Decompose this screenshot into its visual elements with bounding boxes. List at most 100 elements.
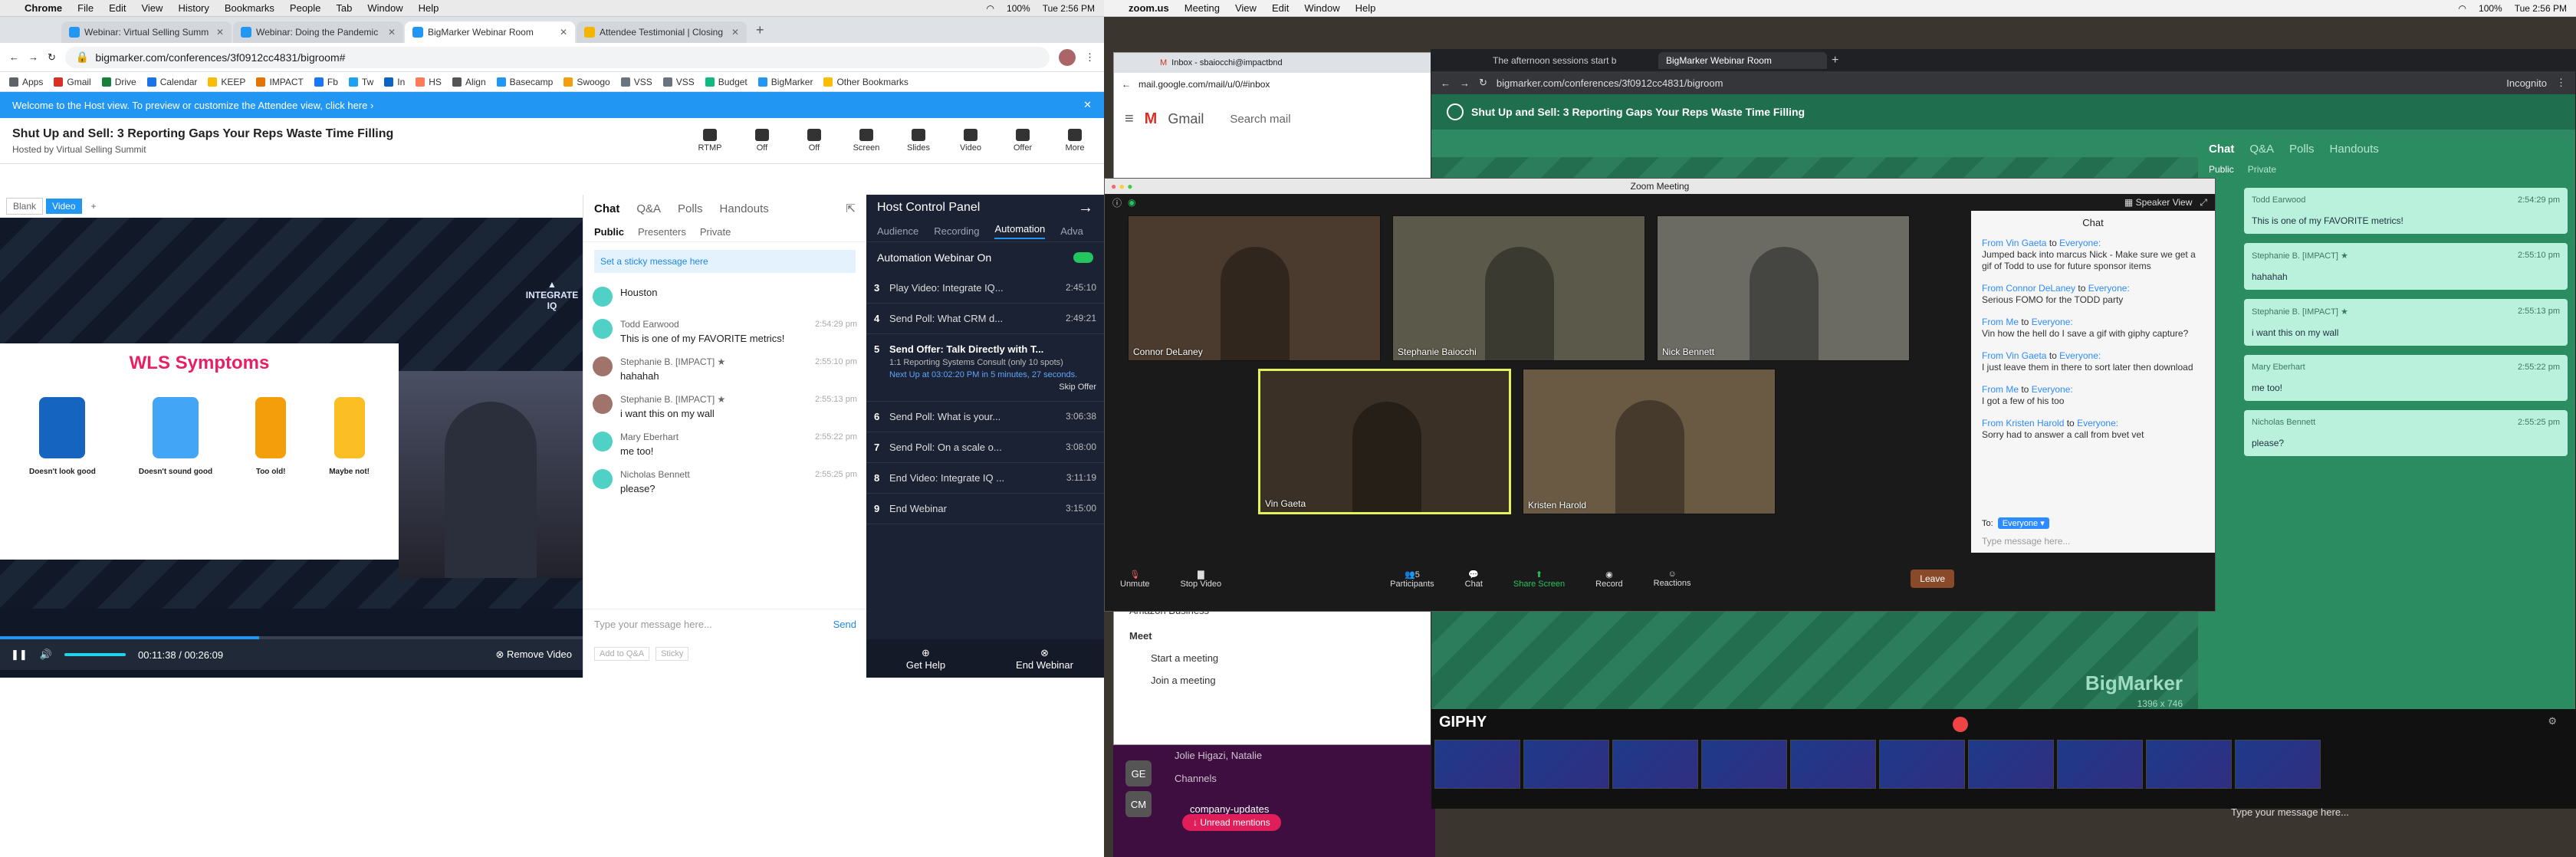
- bookmark-item[interactable]: Apps: [9, 77, 43, 87]
- sticky-button[interactable]: Sticky: [656, 647, 689, 661]
- tab-handouts[interactable]: Handouts: [2330, 143, 2379, 156]
- gmail-tab[interactable]: M Inbox - sbaiocchi@impactbnd: [1114, 53, 1434, 73]
- gif-thumbnail[interactable]: [1790, 740, 1876, 789]
- browser-tab[interactable]: Attendee Testimonial | Closing ✕: [577, 21, 747, 43]
- gif-thumbnail[interactable]: [1612, 740, 1698, 789]
- fullscreen-icon[interactable]: ⤢: [2200, 197, 2207, 209]
- window-controls[interactable]: ● ● ●: [1111, 181, 1132, 192]
- tool-button-6[interactable]: Offer: [1006, 129, 1040, 153]
- new-tab-button[interactable]: +: [748, 22, 772, 43]
- record-button[interactable]: ◉ Record: [1595, 570, 1622, 589]
- subtab-presenters[interactable]: Presenters: [638, 226, 686, 238]
- subtab-private[interactable]: Private: [700, 226, 731, 238]
- tool-button-2[interactable]: Off: [797, 129, 831, 153]
- tab-chat[interactable]: Chat: [2209, 143, 2234, 156]
- menu-item[interactable]: History: [178, 2, 209, 14]
- stage-tab-blank[interactable]: Blank: [6, 198, 44, 215]
- close-icon[interactable]: ✕: [1083, 99, 1092, 111]
- menu-item[interactable]: Edit: [109, 2, 126, 14]
- automation-item[interactable]: 9 End Webinar 3:15:00: [866, 494, 1104, 524]
- share-screen-button[interactable]: ⬆ Share Screen: [1513, 570, 1565, 589]
- subtab-public[interactable]: Public: [2209, 164, 2234, 175]
- send-button[interactable]: Send: [833, 619, 856, 630]
- bookmark-item[interactable]: VSS: [662, 77, 695, 87]
- chat-button[interactable]: 💬 Chat: [1465, 570, 1483, 589]
- end-webinar-button[interactable]: ⊗ End Webinar: [985, 647, 1104, 671]
- sticky-message-input[interactable]: Set a sticky message here: [594, 250, 856, 273]
- clock[interactable]: Tue 2:56 PM: [2515, 3, 2567, 14]
- tab-advanced[interactable]: Adva: [1060, 225, 1083, 237]
- menu-item[interactable]: Window: [367, 2, 402, 14]
- gmail-address[interactable]: ← mail.google.com/mail/u/0/#inbox: [1114, 73, 1434, 96]
- subtab-public[interactable]: Public: [594, 226, 624, 238]
- info-icon[interactable]: ⓘ: [1112, 196, 1122, 209]
- workspace-cm[interactable]: CM: [1125, 791, 1152, 817]
- browser-tab[interactable]: The afternoon sessions start b: [1485, 52, 1654, 69]
- automation-item[interactable]: 8 End Video: Integrate IQ ... 3:11:19: [866, 463, 1104, 494]
- popout-icon[interactable]: ⇱: [846, 202, 856, 215]
- progress-track[interactable]: [0, 636, 583, 639]
- speaker-view-button[interactable]: ▦ Speaker View: [2124, 197, 2193, 208]
- volume-slider[interactable]: [64, 653, 126, 656]
- collapse-arrow-icon[interactable]: →: [1078, 199, 1093, 217]
- start-meeting-link[interactable]: Start a meeting: [1129, 652, 1218, 664]
- automation-item[interactable]: 7 Send Poll: On a scale o... 3:08:00: [866, 432, 1104, 463]
- workspace-ge[interactable]: GE: [1125, 760, 1152, 786]
- automation-item[interactable]: 4 Send Poll: What CRM d... 2:49:21: [866, 304, 1104, 334]
- back-icon[interactable]: ←: [9, 51, 19, 63]
- chat-input[interactable]: Type your message here...: [594, 619, 712, 630]
- menu-item[interactable]: Help: [1355, 2, 1376, 14]
- add-to-qa-button[interactable]: Add to Q&A: [594, 647, 650, 661]
- new-tab-button[interactable]: +: [1832, 54, 1838, 67]
- close-tab-icon[interactable]: ✕: [560, 27, 567, 38]
- menu-item[interactable]: View: [1235, 2, 1257, 14]
- gif-thumbnail[interactable]: [1523, 740, 1609, 789]
- menu-dots-icon[interactable]: ⋮: [2556, 77, 2566, 89]
- leave-button[interactable]: Leave: [1911, 570, 1954, 588]
- tab-chat[interactable]: Chat: [594, 202, 619, 215]
- tool-button-0[interactable]: RTMP: [693, 129, 727, 153]
- menu-item[interactable]: Window: [1304, 2, 1339, 14]
- browser-tab[interactable]: Webinar: Doing the Pandemic ✕: [233, 21, 403, 43]
- remove-video-button[interactable]: ⊗ Remove Video: [495, 648, 572, 661]
- unread-mentions-button[interactable]: ↓ Unread mentions: [1182, 814, 1281, 831]
- tab-audience[interactable]: Audience: [877, 225, 918, 237]
- gif-thumbnail[interactable]: [2146, 740, 2232, 789]
- participant-tile[interactable]: Kristen Harold: [1523, 369, 1776, 514]
- gif-thumbnail[interactable]: [1879, 740, 1965, 789]
- record-button[interactable]: [1953, 717, 1968, 732]
- tab-automation[interactable]: Automation: [994, 223, 1046, 239]
- participant-tile[interactable]: Vin Gaeta: [1258, 369, 1511, 514]
- tab-recording[interactable]: Recording: [934, 225, 979, 237]
- bookmark-item[interactable]: Gmail: [54, 77, 91, 87]
- gif-thumbnail[interactable]: [2057, 740, 2143, 789]
- wifi-icon[interactable]: ◠: [2459, 3, 2466, 14]
- stop-video-button[interactable]: ▇ Stop Video: [1181, 570, 1222, 589]
- stage-tab-video[interactable]: Video: [46, 199, 82, 214]
- get-help-button[interactable]: ⊕ Get Help: [866, 647, 985, 671]
- subtab-private[interactable]: Private: [2248, 164, 2276, 175]
- bookmark-item[interactable]: Tw: [348, 77, 373, 87]
- reload-icon[interactable]: ↻: [1479, 77, 1487, 89]
- clock[interactable]: Tue 2:56 PM: [1043, 3, 1095, 14]
- bookmark-item[interactable]: BigMarker: [757, 77, 813, 87]
- automation-toggle[interactable]: [1073, 252, 1093, 263]
- back-icon[interactable]: ←: [1441, 77, 1451, 89]
- participant-tile[interactable]: Stephanie Baiocchi: [1392, 215, 1645, 361]
- close-tab-icon[interactable]: ✕: [216, 27, 224, 38]
- browser-tab[interactable]: Webinar: Virtual Selling Summ ✕: [61, 21, 232, 43]
- tab-polls[interactable]: Polls: [2289, 143, 2315, 156]
- bookmark-item[interactable]: IMPACT: [256, 77, 304, 87]
- address-bar[interactable]: bigmarker.com/conferences/3f0912cc4831/b…: [1497, 77, 1723, 89]
- menu-item[interactable]: Tab: [336, 2, 352, 14]
- bookmark-item[interactable]: Basecamp: [496, 77, 553, 87]
- participant-tile[interactable]: Connor DeLaney: [1128, 215, 1381, 361]
- recipient-dropdown[interactable]: Everyone ▾: [1997, 517, 2049, 529]
- zoom-chat-input[interactable]: Type message here...: [1982, 536, 2070, 547]
- tab-qa[interactable]: Q&A: [2249, 143, 2274, 156]
- gif-thumbnail[interactable]: [1434, 740, 1520, 789]
- bookmark-item[interactable]: Calendar: [146, 77, 197, 87]
- bookmark-item[interactable]: Swoogo: [564, 77, 610, 87]
- browser-tab-active[interactable]: BigMarker Webinar Room: [1658, 52, 1827, 69]
- pause-icon[interactable]: ❚❚: [11, 648, 28, 661]
